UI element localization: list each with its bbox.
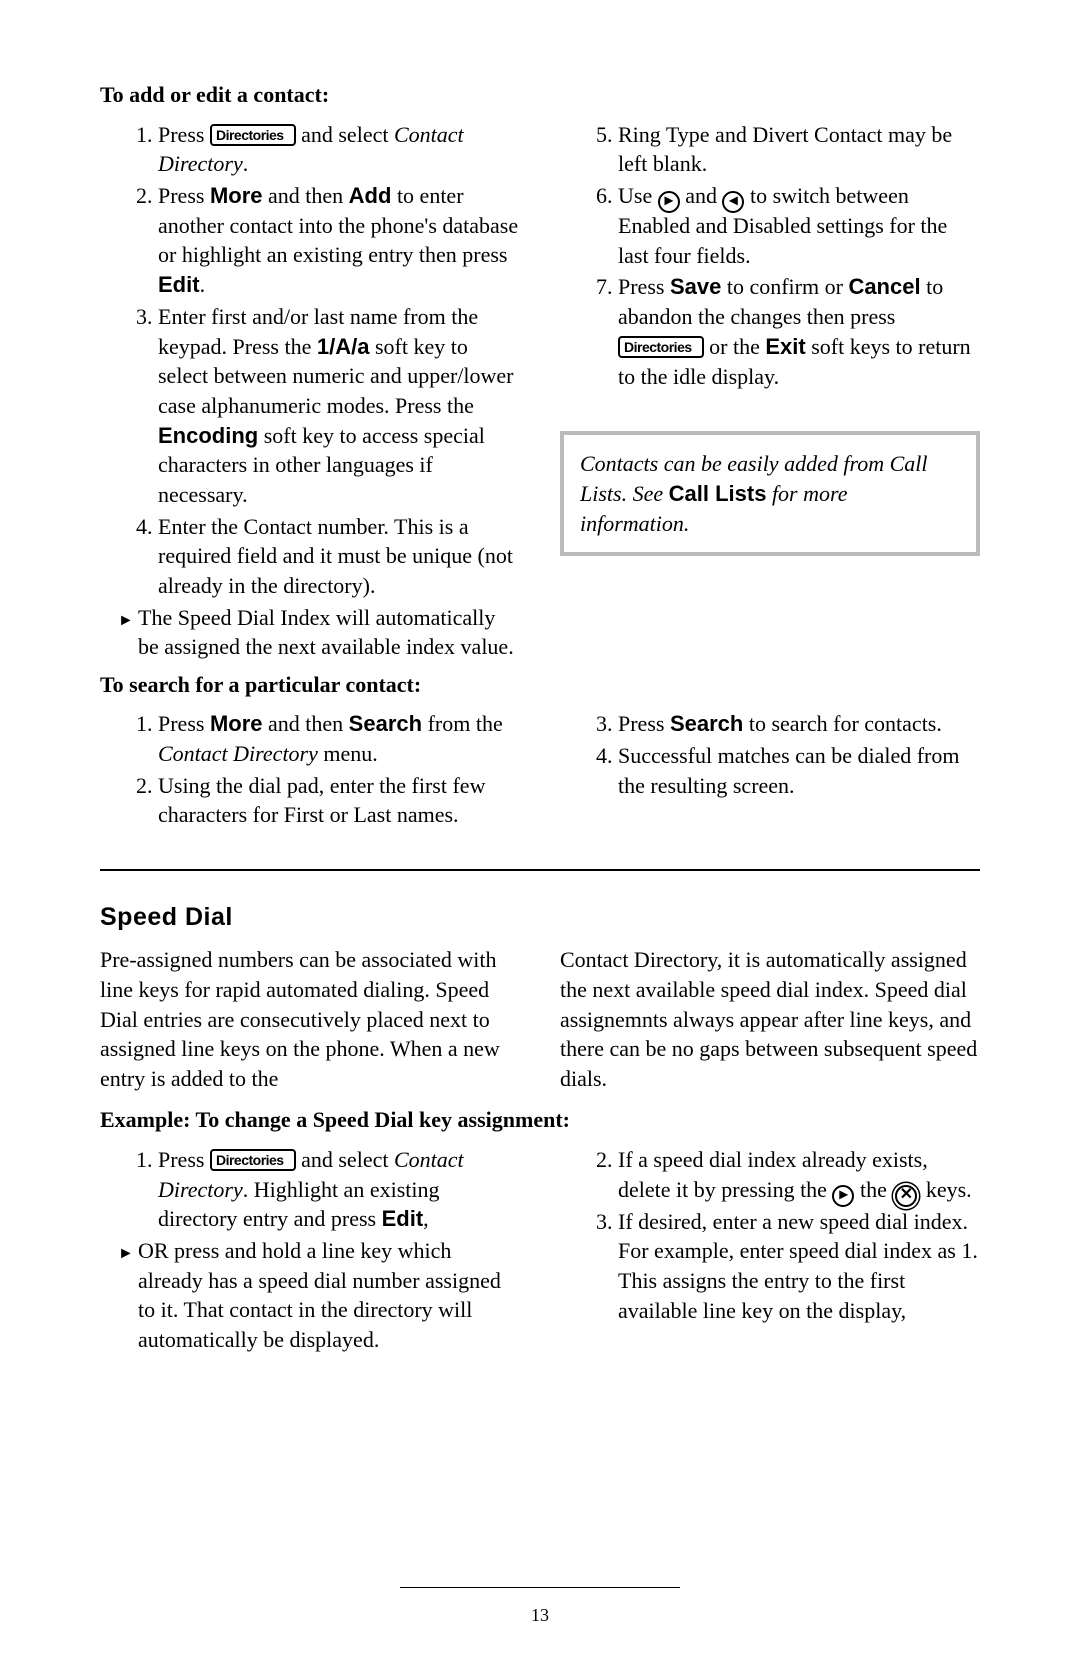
content: To add or edit a contact: Press Director… <box>100 80 980 1395</box>
section4-columns: Press Directories and select Contact Dir… <box>100 1145 980 1395</box>
step-6: Use ▸ and ◂ to switch between Enabled an… <box>618 181 980 270</box>
scroll-right-icon: ▸ <box>658 191 680 213</box>
example-step-2: If a speed dial index already exists, de… <box>618 1145 980 1205</box>
step-1: Press Directories and select Contact Dir… <box>158 120 520 179</box>
section3-left: Pre-assigned numbers can be associated w… <box>100 945 520 1085</box>
tip-box: Contacts can be easily added from Call L… <box>560 431 980 556</box>
step-7: Press Save to confirm or Cancel to aband… <box>618 272 980 391</box>
steps-search-right: Press Search to search for contacts. Suc… <box>560 709 980 800</box>
step-arrow-speeddial: The Speed Dial Index will automatically … <box>138 603 520 662</box>
section3-right: Contact Directory, it is automatically a… <box>560 945 980 1085</box>
directories-button-icon: Directories <box>618 336 704 358</box>
section2-columns: Press More and then Search from the Cont… <box>100 709 980 839</box>
step-4: Enter the Contact number. This is a requ… <box>158 512 520 601</box>
section1-columns: Press Directories and select Contact Dir… <box>100 120 980 640</box>
section1-left: Press Directories and select Contact Dir… <box>100 120 520 640</box>
steps-example-right: If a speed dial index already exists, de… <box>560 1145 980 1325</box>
speed-dial-body-right: Contact Directory, it is automatically a… <box>560 945 980 1093</box>
steps-add-edit-right: Ring Type and Divert Contact may be left… <box>560 120 980 392</box>
steps-add-edit-left: Press Directories and select Contact Dir… <box>100 120 520 662</box>
step-3: Enter first and/or last name from the ke… <box>158 302 520 510</box>
example-step-3: If desired, enter a new speed dial index… <box>618 1207 980 1326</box>
example-arrow: OR press and hold a line key which alrea… <box>138 1236 520 1355</box>
step-2: Press More and then Add to enter another… <box>158 181 520 300</box>
search-step-2: Using the dial pad, enter the first few … <box>158 771 520 830</box>
scroll-left-icon: ◂ <box>722 191 744 213</box>
heading-search: To search for a particular contact: <box>100 670 980 700</box>
section2-left: Press More and then Search from the Cont… <box>100 709 520 839</box>
directories-button-icon: Directories <box>210 1149 296 1171</box>
steps-example-left: Press Directories and select Contact Dir… <box>100 1145 520 1355</box>
heading-example: Example: To change a Speed Dial key assi… <box>100 1105 980 1135</box>
section4-left: Press Directories and select Contact Dir… <box>100 1145 520 1395</box>
speed-dial-body-left: Pre-assigned numbers can be associated w… <box>100 945 520 1093</box>
heading-add-edit: To add or edit a contact: <box>100 80 980 110</box>
heading-speed-dial: Speed Dial <box>100 901 980 935</box>
example-step-1: Press Directories and select Contact Dir… <box>158 1145 520 1234</box>
delete-key-icon: ✕ <box>895 1185 917 1207</box>
page-number: 13 <box>0 1603 1080 1627</box>
search-step-1: Press More and then Search from the Cont… <box>158 709 520 768</box>
section4-right: If a speed dial index already exists, de… <box>560 1145 980 1395</box>
directories-button-icon: Directories <box>210 124 296 146</box>
search-step-3: Press Search to search for contacts. <box>618 709 980 739</box>
steps-search-left: Press More and then Search from the Cont… <box>100 709 520 830</box>
section3-columns: Pre-assigned numbers can be associated w… <box>100 945 980 1085</box>
page: To add or edit a contact: Press Director… <box>0 0 1080 1669</box>
scroll-right-icon: ▸ <box>832 1185 854 1207</box>
section-divider <box>100 869 980 871</box>
search-step-4: Successful matches can be dialed from th… <box>618 741 980 800</box>
section1-right: Ring Type and Divert Contact may be left… <box>560 120 980 640</box>
step-5: Ring Type and Divert Contact may be left… <box>618 120 980 179</box>
footer-rule <box>400 1587 680 1588</box>
section2-right: Press Search to search for contacts. Suc… <box>560 709 980 839</box>
